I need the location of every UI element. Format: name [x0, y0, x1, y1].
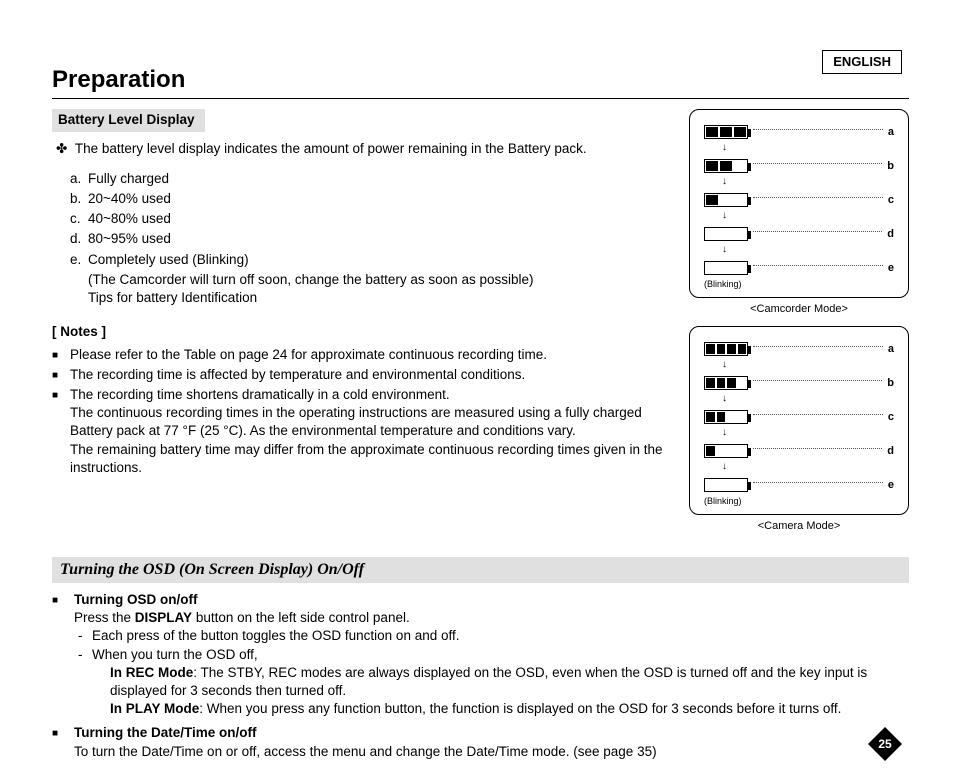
- diamond-bullet-icon: ✤: [56, 141, 67, 156]
- diagram-caption-camcorder: <Camcorder Mode>: [689, 302, 909, 317]
- level-e-cont2: Tips for battery Identification: [88, 289, 679, 307]
- osd-datetime-block: Turning the Date/Time on/off To turn the…: [74, 724, 909, 760]
- square-bullet-icon: ■: [52, 386, 70, 477]
- osd-heading: Turning the OSD (On Screen Display) On/O…: [52, 557, 909, 583]
- language-label: ENGLISH: [822, 50, 902, 74]
- intro-line: ✤ The battery level display indicates th…: [70, 140, 679, 158]
- level-d: d.80~95% used: [70, 230, 679, 248]
- notes-title: [ Notes ]: [52, 323, 679, 341]
- square-bullet-icon: ■: [52, 366, 70, 384]
- level-b: b.20~40% used: [70, 190, 679, 208]
- battery-diagram-camcorder: a ↓ b ↓ c ↓ d ↓ e (Blinking): [689, 109, 909, 297]
- note-text: The recording time is affected by temper…: [70, 366, 679, 384]
- level-e: e.Completely used (Blinking): [70, 251, 679, 269]
- level-c: c.40~80% used: [70, 210, 679, 228]
- diagram-caption-camera: <Camera Mode>: [689, 519, 909, 534]
- note-text: Please refer to the Table on page 24 for…: [70, 346, 679, 364]
- osd-onoff-block: Turning OSD on/off Press the DISPLAY but…: [74, 591, 909, 719]
- note-text: The recording time shortens dramatically…: [70, 386, 679, 477]
- square-bullet-icon: ■: [52, 724, 74, 760]
- page-title: Preparation: [52, 64, 909, 96]
- title-rule: [52, 98, 909, 99]
- blinking-label: (Blinking): [704, 278, 894, 290]
- blinking-label: (Blinking): [704, 495, 894, 507]
- page-number-badge: 25: [868, 727, 902, 761]
- level-a: a.Fully charged: [70, 170, 679, 188]
- square-bullet-icon: ■: [52, 591, 74, 719]
- notes-list: ■Please refer to the Table on page 24 fo…: [52, 346, 679, 478]
- section-label-battery: Battery Level Display: [52, 109, 205, 131]
- square-bullet-icon: ■: [52, 346, 70, 364]
- intro-text: The battery level display indicates the …: [75, 141, 587, 156]
- battery-diagram-camera: a ↓ b ↓ c ↓ d ↓ e (Blinking): [689, 326, 909, 514]
- level-e-cont1: (The Camcorder will turn off soon, chang…: [88, 271, 679, 289]
